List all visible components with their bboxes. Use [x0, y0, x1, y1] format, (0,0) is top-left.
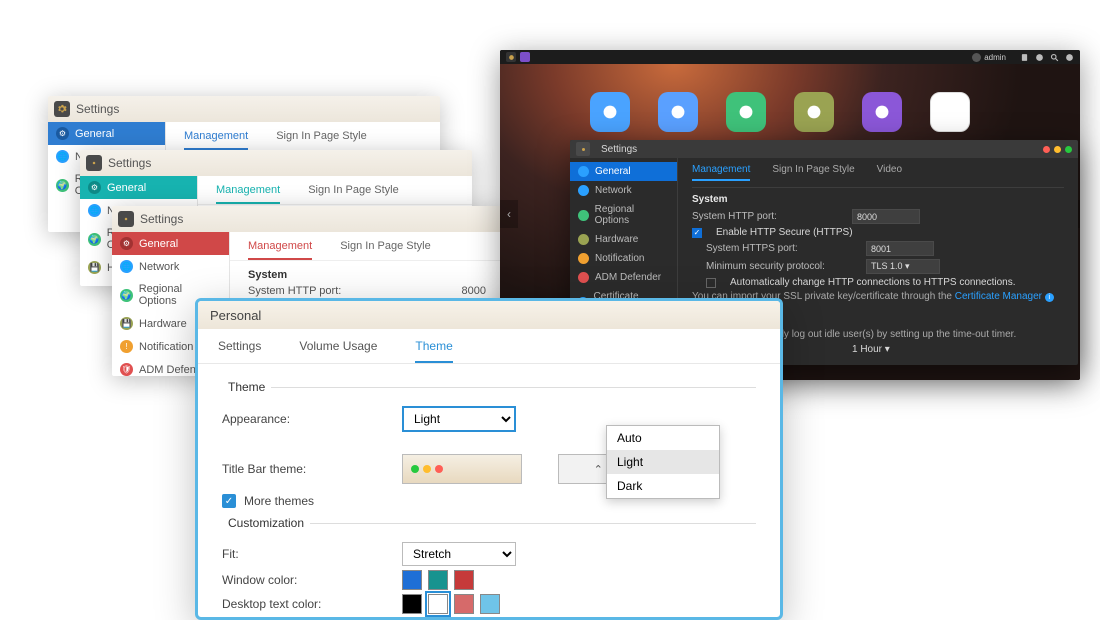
color-swatch[interactable] [428, 594, 448, 614]
sidebar-item[interactable]: General [570, 162, 677, 181]
sidebar-item-general[interactable]: ⚙General [80, 176, 197, 199]
user-menu[interactable]: admin [972, 53, 1006, 62]
settings-icon [54, 101, 70, 117]
window-color-swatches [402, 570, 474, 590]
appearance-option[interactable]: Light [607, 450, 719, 474]
https-checkbox[interactable]: ✓ [692, 228, 702, 238]
settings-icon [86, 155, 102, 171]
sidebar-item[interactable]: Regional Options [570, 200, 677, 230]
tab-management[interactable]: Management [692, 164, 750, 181]
clock-icon[interactable] [1035, 53, 1044, 62]
tab-theme[interactable]: Theme [415, 339, 452, 363]
autologout-select[interactable]: 1 Hour ▾ [852, 344, 890, 355]
sidebar-item[interactable]: Hardware [570, 230, 677, 249]
appearance-label: Appearance: [222, 412, 402, 426]
cert-manager-link[interactable]: Certificate Manager [955, 291, 1042, 302]
dock-app[interactable] [658, 92, 698, 132]
desktop-prev[interactable]: ‹ [500, 200, 518, 228]
settings-tabs: Management Sign In Page Style Video [692, 158, 1064, 188]
tab-video[interactable]: Video [877, 164, 902, 181]
close-icon[interactable] [1043, 146, 1050, 153]
appearance-option[interactable]: Dark [607, 474, 719, 498]
titlebar[interactable]: Settings [112, 206, 504, 232]
titlebar-label: Title Bar theme: [222, 462, 402, 476]
desktop-text-swatches [402, 594, 500, 614]
titlebar[interactable]: Settings [48, 96, 440, 122]
color-swatch[interactable] [402, 594, 422, 614]
titlebar[interactable]: Settings [570, 140, 1078, 158]
section-system: System [692, 194, 1064, 205]
sidebar-item[interactable]: ADM Defender [570, 268, 677, 287]
info-icon[interactable]: i [1045, 293, 1054, 302]
color-swatch[interactable] [454, 594, 474, 614]
color-swatch[interactable] [428, 570, 448, 590]
sidebar-item-general[interactable]: ⚙General [48, 122, 165, 145]
appearance-dropdown: AutoLightDark [606, 425, 720, 499]
https-port-input[interactable] [866, 241, 934, 256]
caret-up-icon: ⌃ [594, 463, 603, 476]
tab-settings[interactable]: Settings [218, 339, 261, 363]
dock-app[interactable] [930, 92, 970, 132]
tab-signin[interactable]: Sign In Page Style [340, 240, 431, 260]
tab-management[interactable]: Management [184, 130, 248, 150]
settings-icon [576, 142, 590, 156]
more-themes-checkbox[interactable]: ✓ [222, 494, 236, 508]
titlebar[interactable]: Personal [198, 301, 780, 329]
maximize-icon[interactable] [1065, 146, 1072, 153]
tab-management[interactable]: Management [248, 240, 312, 260]
window-title: Settings [76, 102, 119, 116]
min-proto-select[interactable]: TLS 1.0 ▾ [866, 259, 940, 274]
avatar-icon [972, 53, 981, 62]
dock-app[interactable] [862, 92, 902, 132]
http-port-input[interactable] [852, 209, 920, 224]
tab-signin[interactable]: Sign In Page Style [772, 164, 854, 181]
notification-icon[interactable] [1065, 53, 1074, 62]
desktop-topbar: admin [500, 50, 1080, 64]
more-themes-label: More themes [244, 494, 314, 508]
color-swatch[interactable] [454, 570, 474, 590]
titlebar-preview-mac[interactable] [402, 454, 522, 484]
customization-group: Customization Fit: Stretch Window color:… [222, 516, 756, 620]
tab-management[interactable]: Management [216, 184, 280, 204]
fit-label: Fit: [222, 547, 402, 561]
clipboard-icon[interactable] [1020, 53, 1029, 62]
desktop-text-label: Desktop text color: [222, 597, 402, 611]
sidebar-item-general[interactable]: ⚙General [112, 232, 229, 255]
launcher-icon[interactable] [506, 52, 516, 62]
sidebar-item-network[interactable]: 🌐Network [112, 255, 229, 278]
tab-volume[interactable]: Volume Usage [299, 339, 377, 363]
auto-https-checkbox[interactable] [706, 278, 716, 288]
color-swatch[interactable] [480, 594, 500, 614]
search-icon[interactable] [1050, 53, 1059, 62]
window-controls[interactable] [1043, 146, 1072, 153]
tab-signin[interactable]: Sign In Page Style [276, 130, 367, 150]
dock-app[interactable] [726, 92, 766, 132]
minimize-icon[interactable] [1054, 146, 1061, 153]
tab-signin[interactable]: Sign In Page Style [308, 184, 399, 204]
color-swatch[interactable] [402, 570, 422, 590]
dock-app[interactable] [794, 92, 834, 132]
app-shortcut-icon[interactable] [520, 52, 530, 62]
sidebar-item[interactable]: Network [570, 181, 677, 200]
desktop-dock [590, 92, 970, 132]
settings-tabs: Management Sign In Page Style [166, 122, 440, 151]
fit-select[interactable]: Stretch [402, 542, 516, 566]
dock-app[interactable] [590, 92, 630, 132]
personal-window: Personal Settings Volume Usage Theme The… [195, 298, 783, 620]
personal-tabs: Settings Volume Usage Theme [198, 329, 780, 364]
window-color-label: Window color: [222, 573, 402, 587]
sidebar-item[interactable]: Notification [570, 249, 677, 268]
titlebar[interactable]: Settings [80, 150, 472, 176]
appearance-select[interactable]: Light [402, 406, 516, 432]
settings-icon [118, 211, 134, 227]
appearance-option[interactable]: Auto [607, 426, 719, 450]
